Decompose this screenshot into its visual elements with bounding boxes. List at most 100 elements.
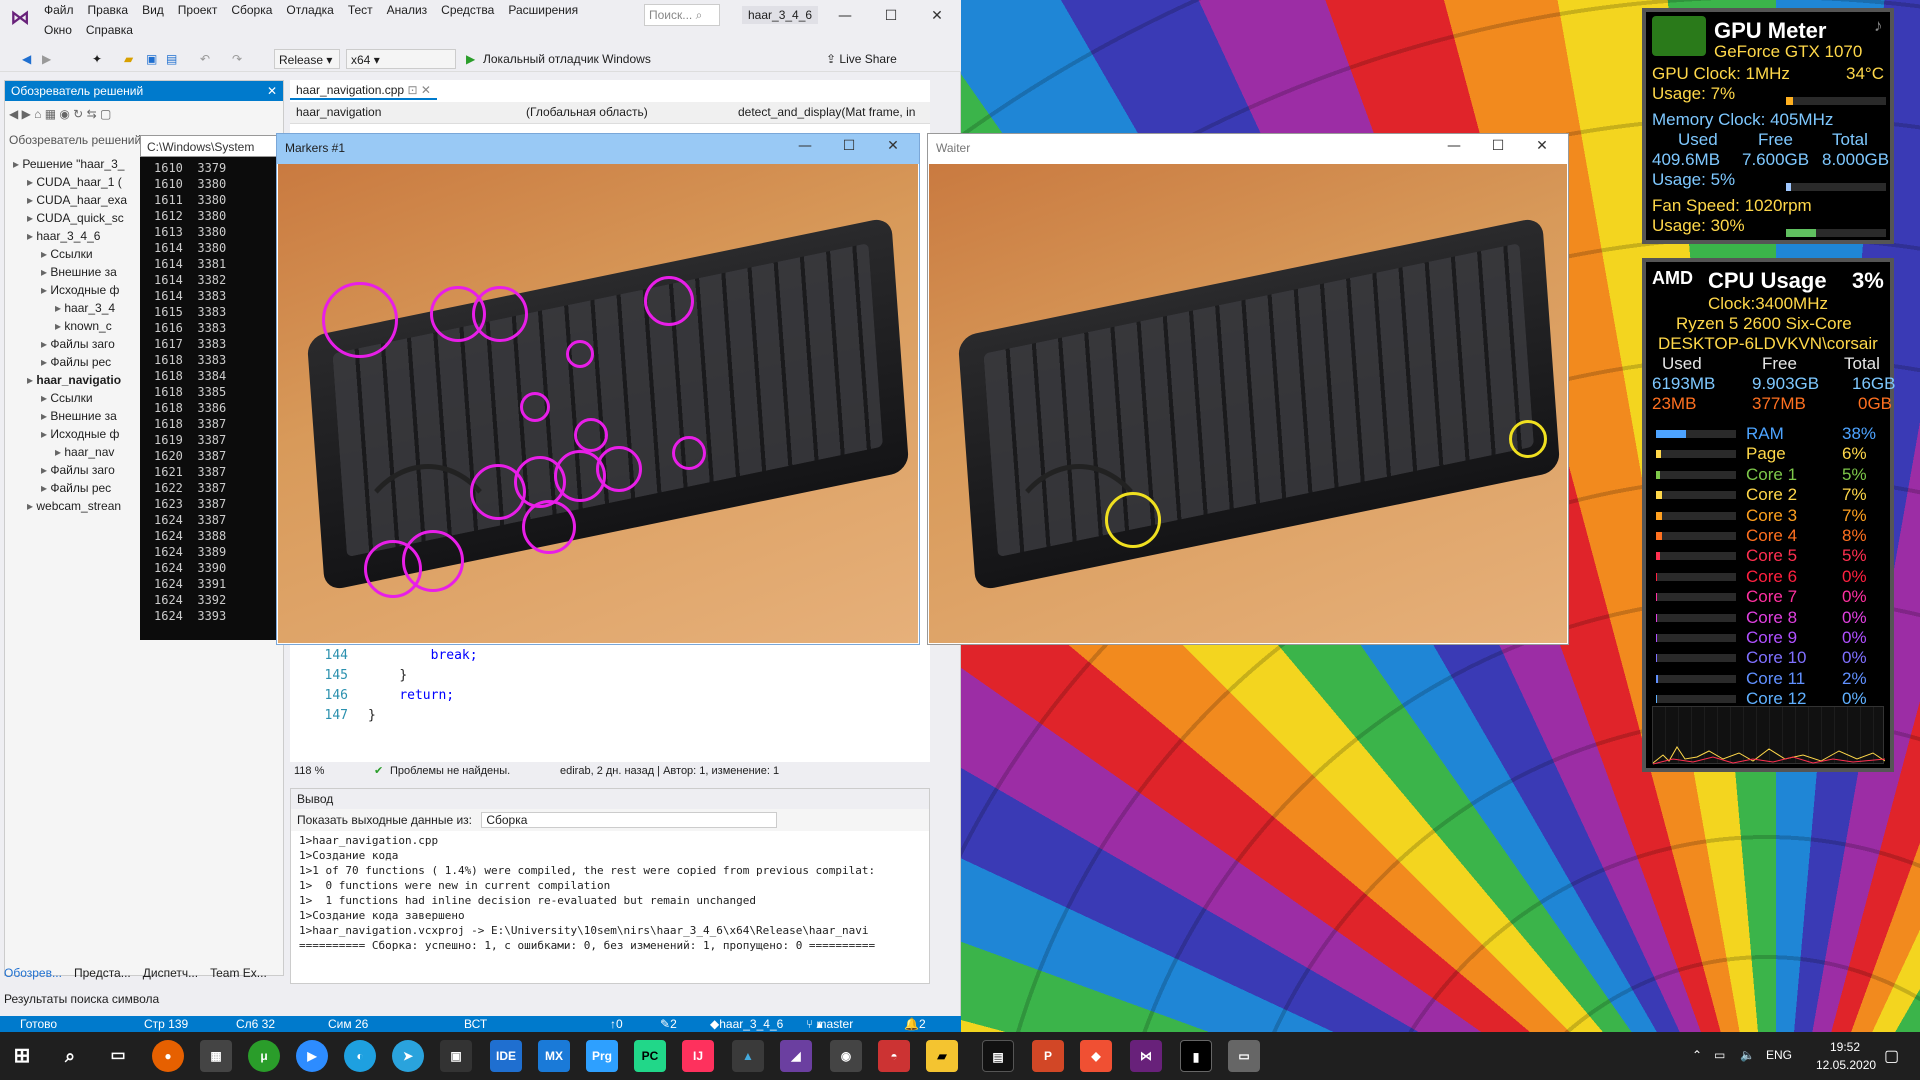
menu-item[interactable]: Отладка	[286, 3, 333, 17]
problems-status[interactable]: Проблемы не найдены.	[390, 762, 510, 780]
network-icon[interactable]: ▭	[1714, 1048, 1725, 1062]
tree-item[interactable]: ▸ haar_3_4	[13, 299, 127, 317]
opencv-window-taskbar-icon[interactable]: ▭	[1228, 1040, 1260, 1072]
firefox-icon[interactable]: ●	[152, 1040, 184, 1072]
save-icon[interactable]: ▣	[146, 49, 157, 69]
tree-item[interactable]: ▸ known_c	[13, 317, 127, 335]
utorrent-icon[interactable]: μ	[248, 1040, 280, 1072]
close-tab-icon[interactable]: ⊡ ✕	[407, 83, 430, 97]
open-folder-icon[interactable]: ▰	[124, 49, 133, 69]
close-panel-icon[interactable]: ✕	[267, 84, 277, 98]
platform-dropdown[interactable]: x64 ▾	[346, 49, 456, 69]
tree-item[interactable]: ▸ Исходные ф	[13, 425, 127, 443]
tree-item[interactable]: ▸ Внешние за	[13, 407, 127, 425]
console-taskbar-icon[interactable]: ▮	[1180, 1040, 1212, 1072]
tree-item[interactable]: ▸ CUDA_haar_1 (	[13, 173, 127, 191]
minimize-button[interactable]: —	[828, 4, 862, 28]
tree-item[interactable]: ▸ Ссылки	[13, 245, 127, 263]
clock-date[interactable]: 12.05.2020	[1816, 1058, 1876, 1072]
scope-dropdown[interactable]: (Глобальная область)	[526, 105, 648, 119]
windows-start-icon[interactable]: ⊞	[6, 1040, 38, 1072]
tree-item[interactable]: ▸ CUDA_haar_exa	[13, 191, 127, 209]
console-window[interactable]: C:\Windows\System 1610 3379 1610 3380 1611…	[140, 135, 278, 640]
code-lines[interactable]: 144 break; 145 } 146 return; 147}	[290, 646, 910, 766]
menu-item[interactable]: Расширения	[508, 3, 578, 17]
notifications-icon[interactable]: 🔔 2	[904, 1016, 926, 1032]
tree-item[interactable]: ▸ Решение "haar_3_	[13, 155, 127, 173]
find-symbol-results-tab[interactable]: Результаты поиска символа	[4, 992, 159, 1006]
tree-item[interactable]: ▸ Исходные ф	[13, 281, 127, 299]
menu-item[interactable]: Тест	[348, 3, 373, 17]
minimize-button[interactable]: —	[1432, 138, 1476, 154]
search-icon[interactable]: ⌕	[54, 1040, 86, 1072]
pycharm-icon[interactable]: PC	[634, 1040, 666, 1072]
tree-item[interactable]: ▸ Внешние за	[13, 263, 127, 281]
tree-item[interactable]: ▸ Файлы рес	[13, 353, 127, 371]
close-button[interactable]: ✕	[1520, 138, 1564, 154]
terminal-app-icon[interactable]: ▣	[440, 1040, 472, 1072]
close-button[interactable]: ✕	[920, 4, 954, 28]
close-button[interactable]: ✕	[871, 138, 915, 154]
notifications-icon[interactable]: ▢	[1884, 1046, 1899, 1066]
branch-button[interactable]: ⑂ master ▴	[806, 1016, 853, 1032]
minimize-button[interactable]: —	[783, 138, 827, 154]
powerpoint-icon[interactable]: P	[1032, 1040, 1064, 1072]
menu-item[interactable]: Средства	[441, 3, 494, 17]
browser-icon[interactable]: ◐	[344, 1040, 376, 1072]
tree-item[interactable]: ▸ webcam_strean	[13, 497, 127, 515]
file-explorer-icon[interactable]: ▰	[926, 1040, 958, 1072]
mx-app-icon[interactable]: MX	[538, 1040, 570, 1072]
side-tab[interactable]: Диспетч...	[143, 966, 198, 980]
back-icon[interactable]: ◀	[22, 49, 31, 69]
undo-icon[interactable]: ↶	[200, 49, 210, 69]
volume-icon[interactable]: 🔈	[1740, 1048, 1755, 1062]
menu-item[interactable]: Проект	[178, 3, 218, 17]
tree-item[interactable]: ▸ haar_nav	[13, 443, 127, 461]
side-tab[interactable]: Обозрев...	[4, 966, 62, 980]
project-dropdown[interactable]: haar_navigation	[296, 105, 381, 119]
repository-button[interactable]: ◆ haar_3_4_6	[710, 1016, 783, 1032]
ide-app-icon[interactable]: IDE	[490, 1040, 522, 1072]
markers-window[interactable]: Markers #1 — ☐ ✕	[276, 133, 920, 645]
pending-changes-icon[interactable]: ✎ 2	[660, 1016, 677, 1032]
git-app-icon[interactable]: ◆	[1080, 1040, 1112, 1072]
start-debug-icon[interactable]: ▶	[466, 49, 475, 69]
redo-icon[interactable]: ↷	[232, 49, 242, 69]
menu-item[interactable]: Анализ	[387, 3, 428, 17]
menu-item[interactable]: Вид	[142, 3, 164, 17]
visual-studio-taskbar-icon[interactable]: ⋈	[1130, 1040, 1162, 1072]
zoom-icon[interactable]: ▶	[296, 1040, 328, 1072]
menu-item[interactable]: Файл	[44, 3, 74, 17]
search-input[interactable]: Поиск... ⌕	[644, 4, 720, 26]
gpu-tool-icon[interactable]: ▤	[982, 1040, 1014, 1072]
new-project-icon[interactable]: ✦	[92, 49, 102, 69]
menu-item[interactable]: Справка	[86, 23, 133, 37]
matlab-icon[interactable]: ▲	[732, 1040, 764, 1072]
menu-item[interactable]: Окно	[44, 23, 72, 37]
configuration-dropdown[interactable]: Release ▾	[274, 49, 340, 69]
paint-app-icon[interactable]: ◓	[878, 1040, 910, 1072]
calendar-icon[interactable]: ▦	[200, 1040, 232, 1072]
app-icon[interactable]: ◢	[780, 1040, 812, 1072]
language-indicator[interactable]: ENG	[1766, 1048, 1792, 1062]
prg-app-icon[interactable]: Prg	[586, 1040, 618, 1072]
save-all-icon[interactable]: ▤	[166, 49, 177, 69]
member-dropdown[interactable]: detect_and_display(Mat frame, in	[738, 105, 915, 119]
code-line[interactable]: 147}	[290, 706, 910, 726]
tree-item[interactable]: ▸ haar_navigatio	[13, 371, 127, 389]
intellij-icon[interactable]: IJ	[682, 1040, 714, 1072]
push-icon[interactable]: ↑ 0	[610, 1016, 623, 1032]
forward-icon[interactable]: ▶	[42, 49, 51, 69]
code-line[interactable]: 146 return;	[290, 686, 910, 706]
side-tab[interactable]: Team Ex...	[210, 966, 267, 980]
tree-item[interactable]: ▸ Файлы рес	[13, 479, 127, 497]
task-view-icon[interactable]: ▭	[102, 1040, 134, 1072]
output-source-dropdown[interactable]: Сборка	[481, 812, 778, 828]
side-tab[interactable]: Предста...	[74, 966, 131, 980]
maximize-button[interactable]: ☐	[1476, 138, 1520, 154]
waiter-window[interactable]: Waiter — ☐ ✕	[927, 133, 1569, 645]
tree-item[interactable]: ▸ CUDA_quick_sc	[13, 209, 127, 227]
maximize-button[interactable]: ☐	[874, 4, 908, 28]
tree-item[interactable]: ▸ Файлы заго	[13, 335, 127, 353]
tree-item[interactable]: ▸ Файлы заго	[13, 461, 127, 479]
